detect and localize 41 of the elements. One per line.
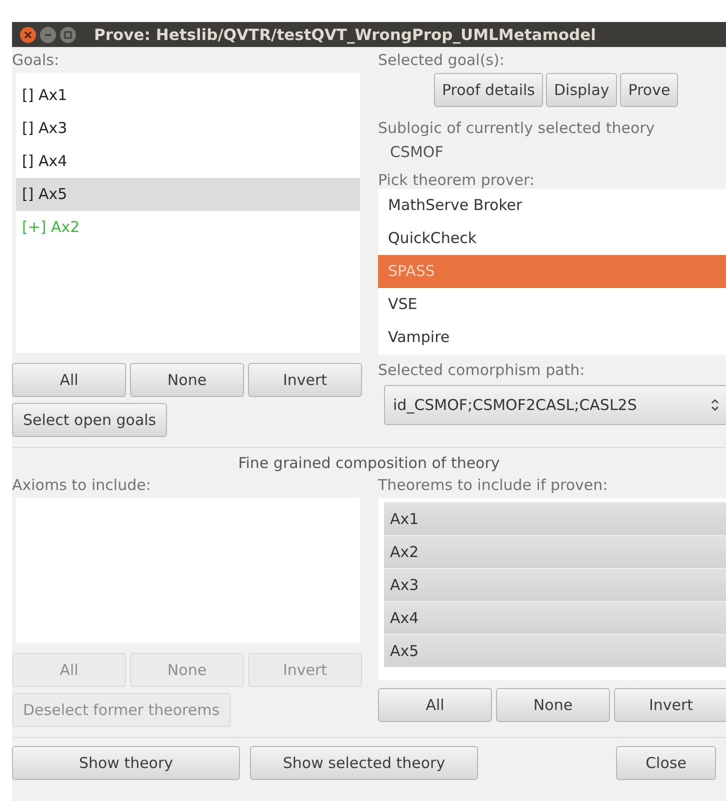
goal-selection-button[interactable]: None: [130, 363, 244, 397]
close-icon[interactable]: [20, 26, 36, 42]
show-selected-theory-button[interactable]: Show selected theory: [250, 746, 478, 780]
goal-item[interactable]: [] Ax3: [16, 112, 360, 145]
theorems-label: Theorems to include if proven:: [378, 476, 609, 494]
theorem-selection-button[interactable]: All: [378, 688, 492, 722]
theorem-item[interactable]: Ax2: [384, 535, 726, 568]
prover-item[interactable]: VSE: [378, 288, 726, 321]
theorem-item[interactable]: Ax4: [384, 601, 726, 634]
prover-item[interactable]: QuickCheck: [378, 222, 726, 255]
goal-item[interactable]: [] Ax5: [16, 178, 360, 211]
theorem-item[interactable]: Ax3: [384, 568, 726, 601]
close-button[interactable]: Close: [616, 746, 716, 780]
select-open-goals-button[interactable]: Select open goals: [12, 403, 168, 437]
comorphism-dropdown[interactable]: id_CSMOF;CSMOF2CASL;CASL2S: [384, 385, 726, 425]
goal-selection-button[interactable]: All: [12, 363, 126, 397]
prover-item[interactable]: MathServe Broker: [378, 189, 726, 222]
window-title: Prove: Hetslib/QVTR/testQVT_WrongProp_UMLMetamodel: [94, 26, 596, 44]
goal-item[interactable]: [] Ax4: [16, 145, 360, 178]
goal-item[interactable]: [] Ax1: [16, 79, 360, 112]
comorphism-label: Selected comorphism path:: [378, 361, 586, 379]
goals-label: Goals:: [12, 51, 60, 69]
theorem-selection-button[interactable]: Invert: [614, 688, 726, 722]
goal-action-button[interactable]: Display: [546, 73, 618, 107]
theorem-item[interactable]: Ax1: [384, 502, 726, 535]
theorem-selection-button[interactable]: None: [496, 688, 610, 722]
minimize-icon[interactable]: [40, 26, 56, 42]
selected-goals-label: Selected goal(s):: [378, 51, 506, 69]
show-theory-button[interactable]: Show theory: [12, 746, 240, 780]
prover-label: Pick theorem prover:: [378, 171, 536, 189]
theorem-item[interactable]: Ax5: [384, 634, 726, 667]
prover-item[interactable]: Vampire: [378, 321, 726, 354]
goal-selection-button[interactable]: Invert: [248, 363, 362, 397]
section-title: Fine grained composition of theory: [237, 454, 501, 472]
maximize-icon[interactable]: [60, 26, 76, 42]
goal-action-button[interactable]: Proof details: [434, 73, 543, 107]
sublogic-value: CSMOF: [390, 143, 444, 161]
dropdown-arrows-icon: [711, 398, 719, 412]
goal-action-button[interactable]: Prove: [620, 73, 678, 107]
axioms-label: Axioms to include:: [12, 476, 152, 494]
sublogic-label: Sublogic of currently selected theory: [378, 119, 656, 137]
